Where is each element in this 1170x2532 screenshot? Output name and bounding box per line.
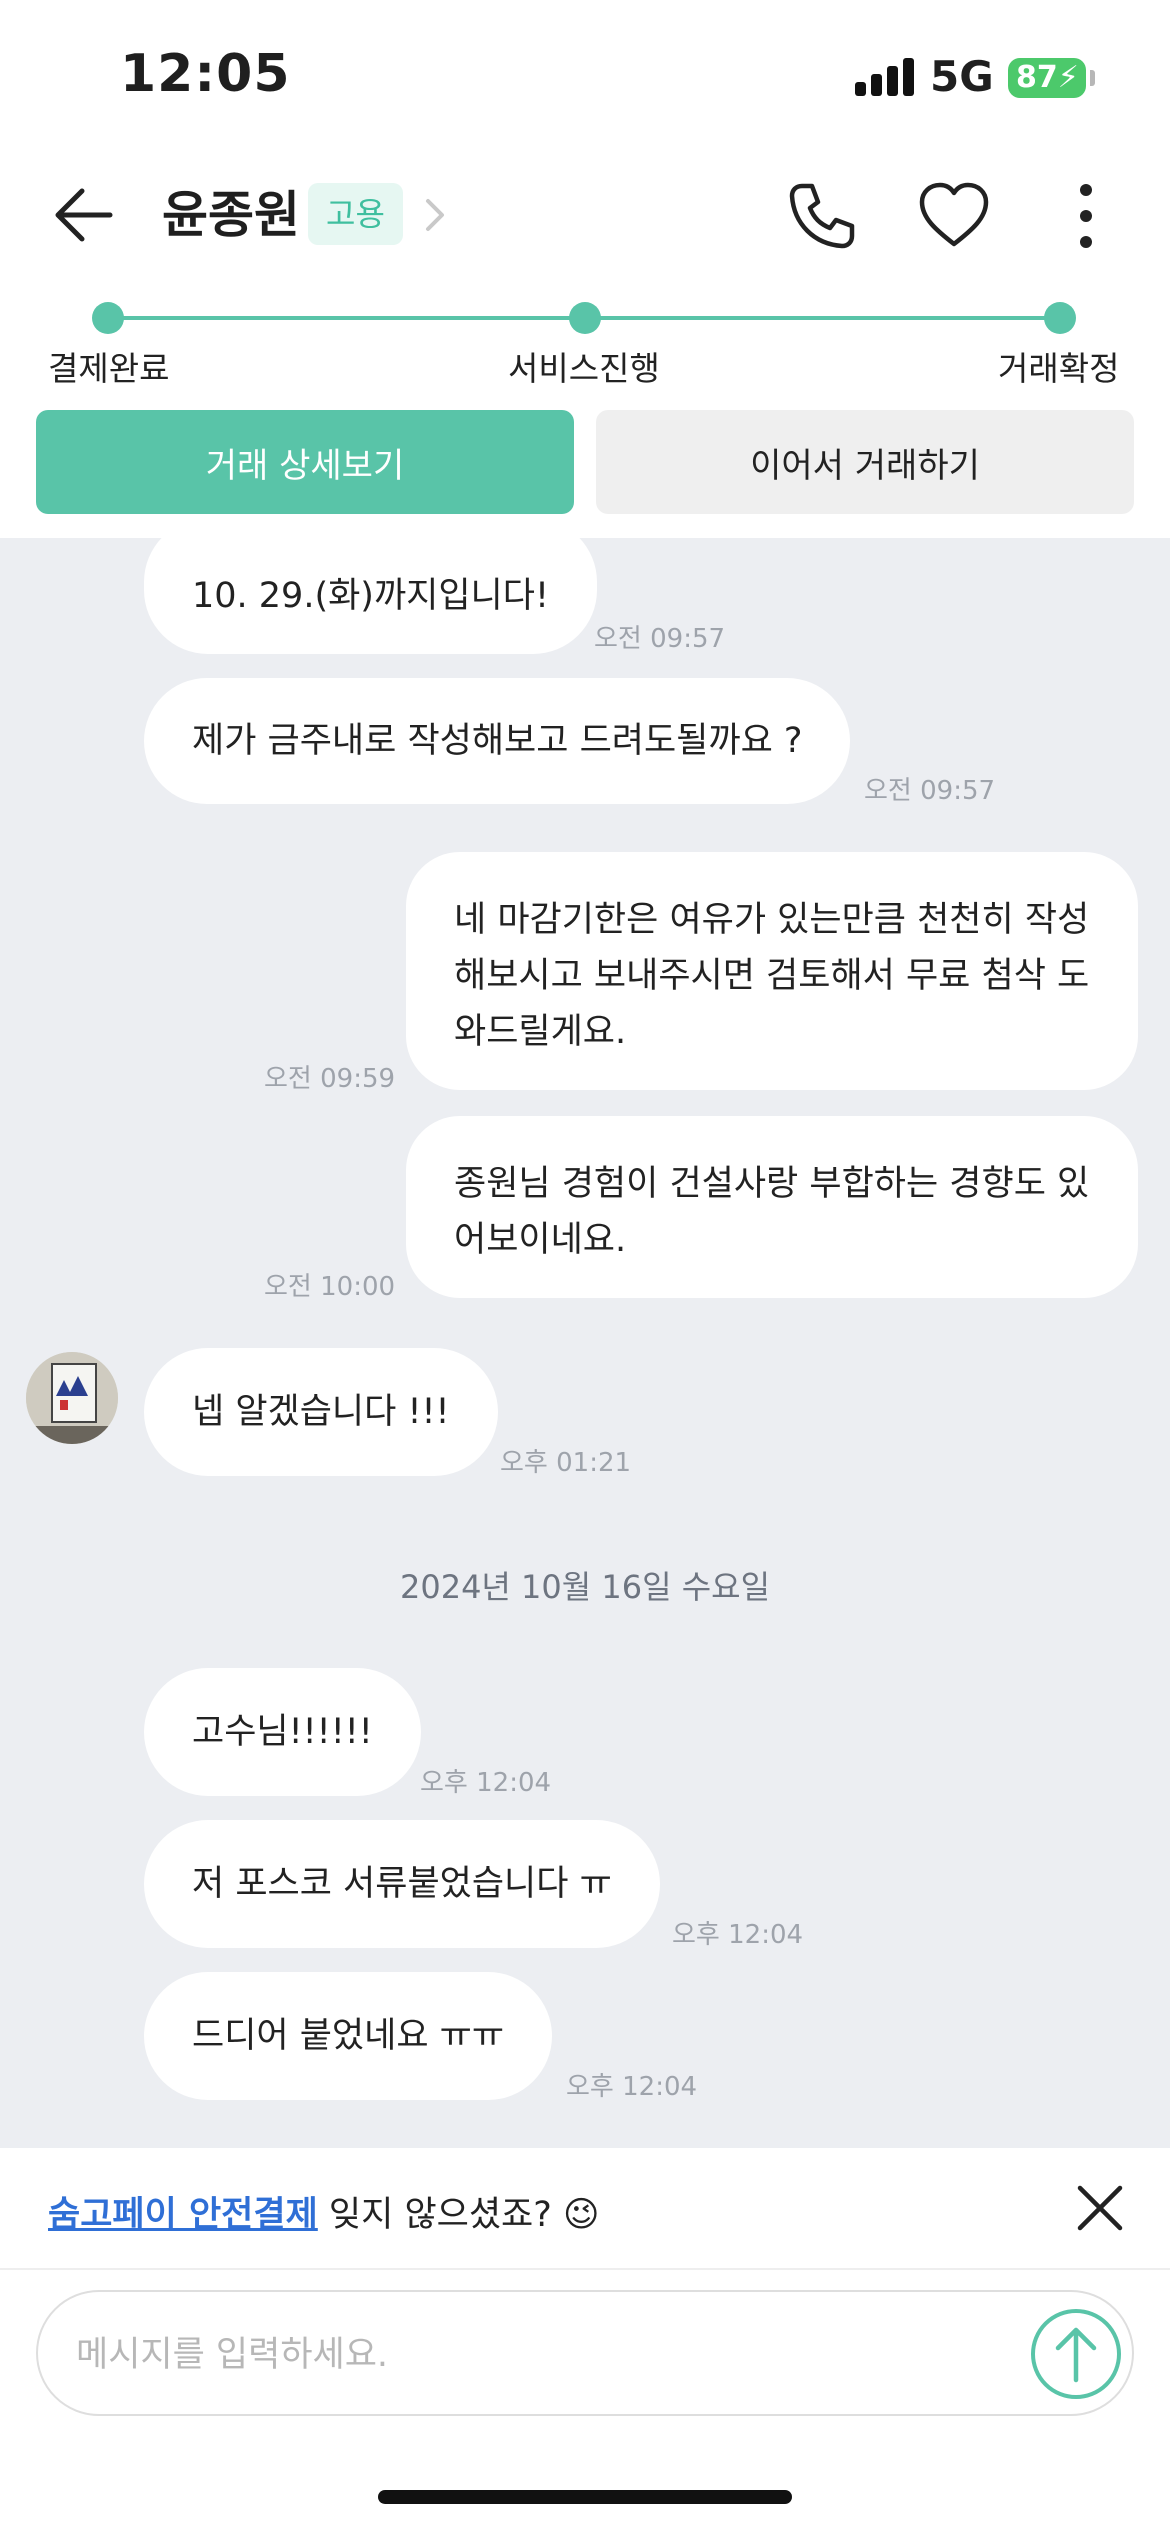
transaction-progress: 결제완료 서비스진행 거래확정 bbox=[0, 300, 1170, 390]
message-time: 오전 09:57 bbox=[594, 624, 726, 654]
status-bar: 12:05 5G 87⚡ bbox=[0, 0, 1170, 150]
safe-payment-link[interactable]: 숨고페이 안전결제 bbox=[48, 2195, 318, 2235]
partner-avatar[interactable] bbox=[26, 1352, 118, 1444]
status-time: 12:05 bbox=[120, 44, 291, 104]
progress-dot bbox=[1044, 302, 1076, 334]
message-input[interactable] bbox=[76, 2320, 976, 2390]
chevron-right-icon[interactable] bbox=[420, 195, 450, 235]
chat-header: 윤종원 고용 bbox=[0, 150, 1170, 280]
partner-name[interactable]: 윤종원 bbox=[162, 180, 300, 250]
received-message: 제가 금주내로 작성해보고 드려도될까요 ? bbox=[144, 678, 851, 804]
network-type: 5G bbox=[930, 52, 994, 101]
received-message: 10. 29.(화)까지입니다! bbox=[144, 538, 597, 654]
banner-text: 숨고페이 안전결제 잊지 않으셨죠? 😉 bbox=[48, 2186, 599, 2237]
step-service-in-progress: 서비스진행 bbox=[508, 349, 660, 388]
message-input-bar bbox=[36, 2290, 1134, 2416]
avatar-picture-icon bbox=[26, 1352, 118, 1444]
received-message: 넵 알겠습니다 !!! bbox=[144, 1348, 498, 1476]
message-time: 오전 10:00 bbox=[264, 1272, 396, 1302]
received-message: 고수님!!!!!! bbox=[144, 1668, 421, 1796]
battery-level: 87 bbox=[1016, 60, 1058, 95]
heart-icon[interactable] bbox=[916, 178, 992, 254]
close-icon[interactable] bbox=[1072, 2180, 1128, 2236]
send-arrow-icon[interactable] bbox=[1028, 2306, 1124, 2402]
received-message: 저 포스코 서류붙었습니다 ㅠ bbox=[144, 1820, 660, 1948]
progress-dot bbox=[569, 302, 601, 334]
progress-dot bbox=[92, 302, 124, 334]
home-indicator[interactable] bbox=[378, 2490, 792, 2504]
battery-icon: 87⚡ bbox=[1008, 58, 1086, 98]
phone-icon[interactable] bbox=[782, 178, 858, 254]
chat-area[interactable]: 10. 29.(화)까지입니다! 오전 09:57 제가 금주내로 작성해보고 … bbox=[0, 538, 1170, 2148]
continue-transaction-button[interactable]: 이어서 거래하기 bbox=[596, 410, 1134, 514]
step-payment-complete: 결제완료 bbox=[48, 349, 170, 388]
transaction-detail-button[interactable]: 거래 상세보기 bbox=[36, 410, 574, 514]
more-options-icon[interactable] bbox=[1048, 178, 1124, 254]
banner-message: 잊지 않으셨죠? 😉 bbox=[317, 2195, 600, 2235]
back-arrow-icon[interactable] bbox=[50, 180, 120, 250]
sent-message: 네 마감기한은 여유가 있는만큼 천천히 작성 해보시고 보내주시면 검토해서 … bbox=[406, 852, 1138, 1090]
sent-message: 종원님 경험이 건설사랑 부합하는 경향도 있 어보이네요. bbox=[406, 1116, 1138, 1298]
message-time: 오후 12:04 bbox=[420, 1768, 552, 1798]
battery-tip bbox=[1090, 70, 1095, 86]
message-time: 오후 12:04 bbox=[672, 1920, 804, 1950]
step-transaction-confirmed: 거래확정 bbox=[998, 349, 1120, 388]
received-message: 드디어 붙었네요 ㅠㅠ bbox=[144, 1972, 553, 2100]
safe-payment-banner: 숨고페이 안전결제 잊지 않으셨죠? 😉 bbox=[0, 2148, 1170, 2270]
signal-icon bbox=[855, 58, 915, 96]
hire-badge: 고용 bbox=[308, 183, 403, 245]
message-time: 오전 09:59 bbox=[264, 1064, 396, 1094]
charging-bolt-icon: ⚡ bbox=[1057, 60, 1079, 95]
date-separator: 2024년 10월 16일 수요일 bbox=[399, 1568, 771, 1606]
message-time: 오전 09:57 bbox=[864, 776, 996, 806]
message-time: 오후 12:04 bbox=[566, 2072, 698, 2102]
message-time: 오후 01:21 bbox=[500, 1448, 632, 1478]
